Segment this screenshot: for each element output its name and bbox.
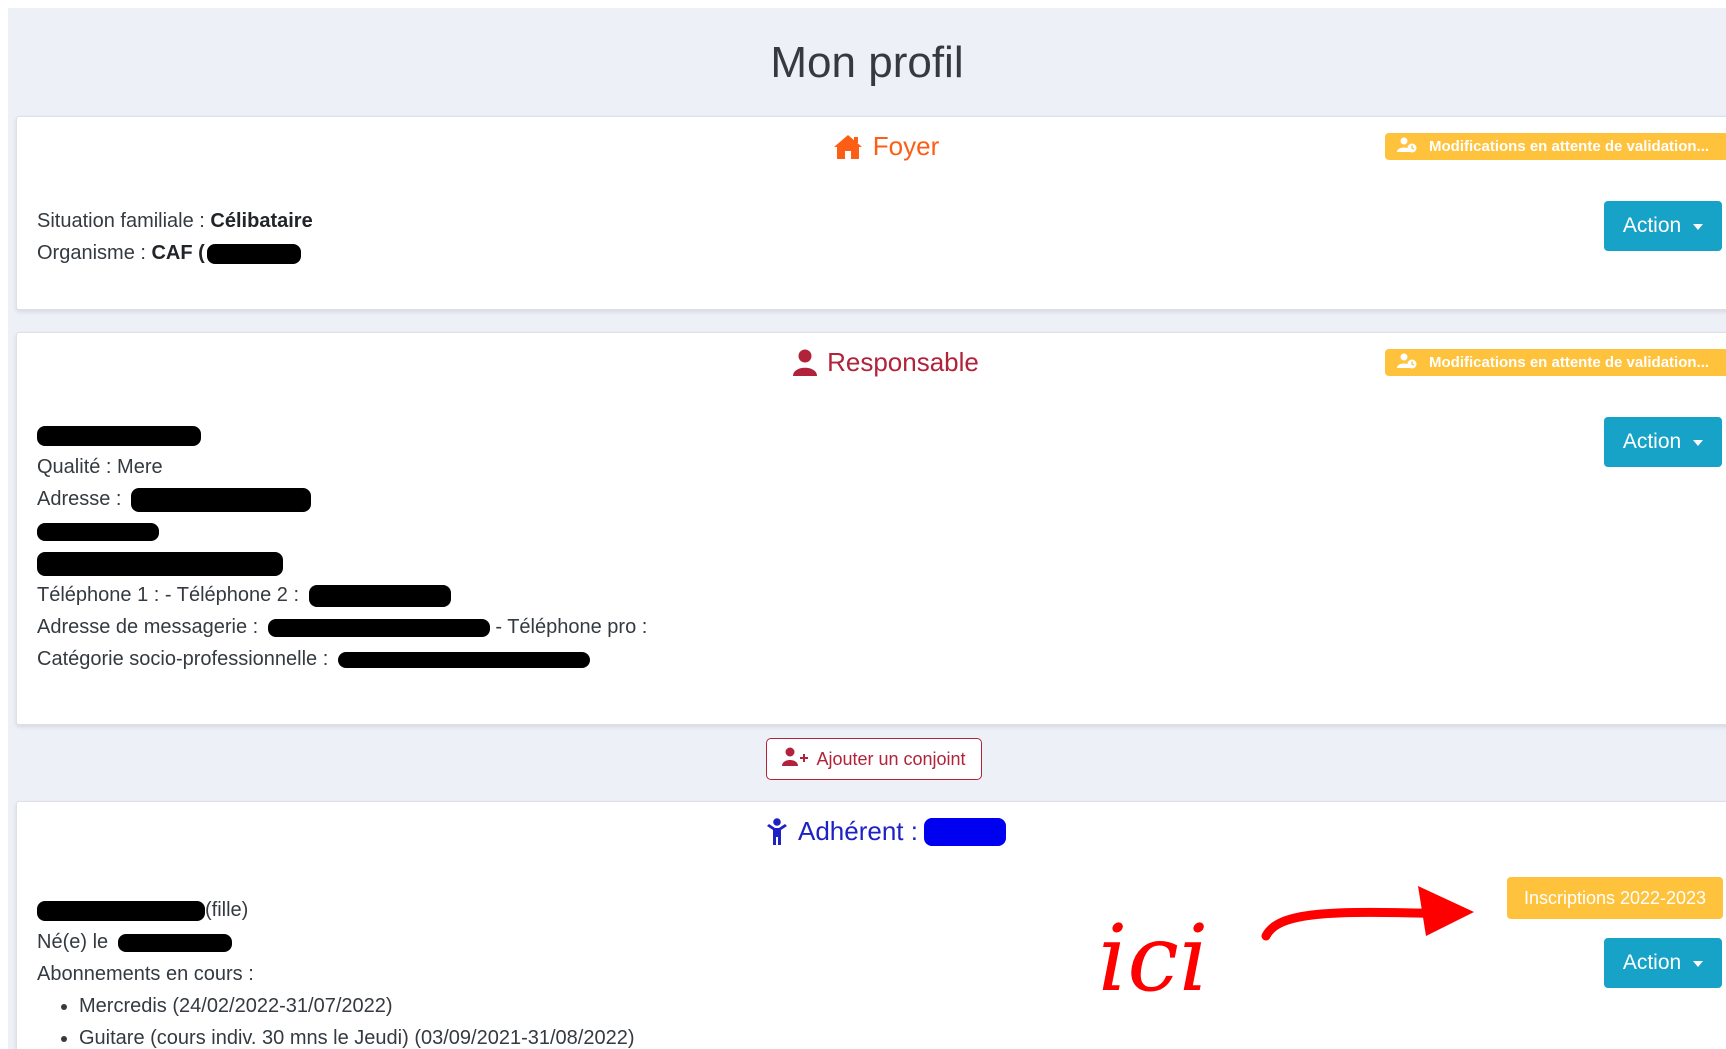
birth-label: Né(e) le	[37, 931, 109, 953]
redacted-mark	[117, 933, 232, 952]
add-spouse-label: Ajouter un conjoint	[816, 748, 966, 769]
redacted-mark	[131, 487, 312, 512]
relation-label: (fille)	[205, 899, 249, 921]
redacted-mark	[206, 243, 301, 264]
responsable-title: Responsable	[827, 347, 979, 377]
situation-row: Situation familiale : Célibataire	[37, 205, 313, 237]
action-label: Action	[1622, 951, 1682, 974]
adherent-title: Adhérent :	[798, 816, 918, 846]
adresse-line-2	[37, 515, 647, 547]
annotation-arrow	[1248, 878, 1478, 953]
foyer-action-button[interactable]: Action	[1604, 201, 1722, 251]
user-clock-icon	[1397, 353, 1417, 373]
redacted-mark	[308, 584, 451, 607]
redacted-mark	[37, 900, 205, 921]
adherent-info: (fille) Né(e) le Abonnements en cours : …	[37, 894, 635, 1049]
redacted-mark	[337, 651, 590, 668]
messagerie-row: Adresse de messagerie : - Téléphone pro …	[37, 611, 647, 643]
caret-down-icon	[1693, 961, 1704, 967]
foyer-card: Foyer Modifications en attente de valida…	[16, 116, 1726, 310]
subscriptions-label: Abonnements en cours :	[37, 963, 254, 985]
situation-value: Célibataire	[210, 210, 313, 232]
page-title: Mon profil	[770, 38, 964, 87]
adherent-action-button[interactable]: Action	[1604, 938, 1722, 988]
organisme-row: Organisme : CAF (	[37, 237, 313, 269]
organisme-value: CAF (	[151, 242, 205, 264]
responsable-pending-text: Modifications en attente de validation..…	[1429, 354, 1710, 371]
qualite-row: Qualité : Mere	[37, 456, 163, 478]
home-icon	[833, 134, 863, 160]
foyer-info: Situation familiale : Célibataire Organi…	[37, 205, 313, 269]
responsable-pending-badge: Modifications en attente de validation..…	[1385, 349, 1726, 376]
action-label: Action	[1622, 430, 1682, 453]
redacted-mark	[37, 425, 201, 446]
list-item: Guitare (cours indiv. 30 mns le Jeudi) (…	[79, 1022, 635, 1049]
add-spouse-button[interactable]: Ajouter un conjoint	[766, 738, 982, 780]
telephone-row: Téléphone 1 : - Téléphone 2 :	[37, 579, 647, 611]
caret-down-icon	[1693, 224, 1704, 230]
subscriptions-list: Mercredis (24/02/2022-31/07/2022) Guitar…	[37, 990, 635, 1049]
redacted-mark	[267, 618, 490, 637]
situation-label: Situation familiale :	[37, 210, 211, 232]
categorie-row: Catégorie socio-professionnelle :	[37, 643, 647, 675]
organisme-label: Organisme :	[37, 242, 152, 264]
adherent-name-row: (fille)	[37, 894, 635, 926]
categorie-label: Catégorie socio-professionnelle :	[37, 648, 329, 670]
foyer-pending-badge: Modifications en attente de validation..…	[1385, 133, 1726, 160]
redacted-mark	[37, 522, 159, 541]
user-clock-icon	[1397, 137, 1417, 157]
adherent-header: Adhérent :	[17, 816, 1726, 847]
action-label: Action	[1622, 214, 1682, 237]
caret-down-icon	[1693, 440, 1704, 446]
list-item: Mercredis (24/02/2022-31/07/2022)	[79, 990, 635, 1022]
foyer-title: Foyer	[872, 131, 940, 161]
messagerie-label: Adresse de messagerie :	[37, 616, 259, 638]
redacted-mark	[37, 551, 283, 576]
birth-row: Né(e) le	[37, 926, 635, 958]
adresse-label: Adresse :	[37, 488, 122, 510]
user-icon	[793, 349, 818, 377]
telephone-pro-label: - Téléphone pro :	[489, 616, 648, 638]
adresse-row: Adresse :	[37, 483, 647, 515]
annotation-text: ici	[1098, 905, 1209, 1012]
child-icon	[766, 817, 788, 846]
adresse-line-3	[37, 547, 647, 579]
inscriptions-button[interactable]: Inscriptions 2022-2023	[1507, 877, 1723, 919]
telephone-label: Téléphone 1 : - Téléphone 2 :	[37, 584, 300, 606]
name-row	[37, 419, 647, 451]
user-plus-icon	[782, 747, 810, 772]
page: Mon profil Foyer Modifications en attent…	[8, 8, 1726, 1049]
responsable-card: Responsable Modifications en attente de …	[16, 332, 1726, 725]
responsable-action-button[interactable]: Action	[1604, 417, 1722, 467]
foyer-pending-text: Modifications en attente de validation..…	[1429, 138, 1710, 155]
responsable-info: Qualité : Mere Adresse : Téléphone 1 : -…	[37, 419, 647, 675]
redacted-mark	[923, 817, 1006, 846]
